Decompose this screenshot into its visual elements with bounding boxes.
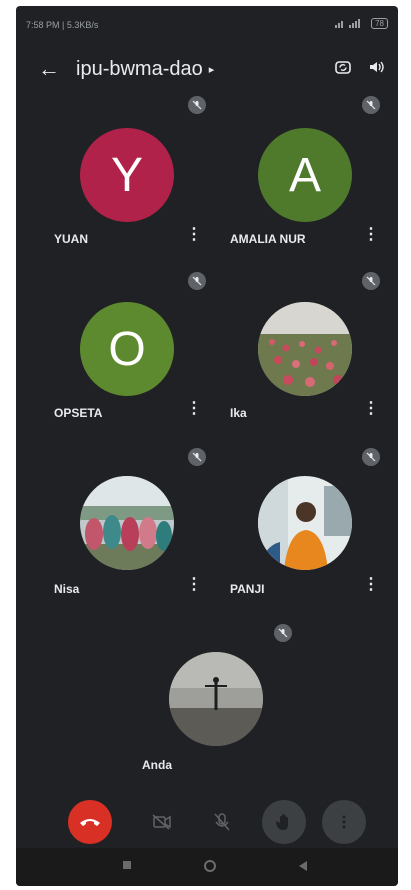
mic-off-icon — [362, 272, 380, 290]
status-time: 7:58 PM | 5.3KB/s — [26, 20, 99, 30]
status-bar: 7:58 PM | 5.3KB/s 78 — [26, 16, 388, 36]
avatar-photo — [80, 476, 174, 570]
speaker-icon[interactable] — [368, 58, 386, 76]
switch-camera-icon[interactable] — [334, 58, 352, 76]
more-vert-icon[interactable]: ⋮ — [186, 577, 202, 593]
recents-icon[interactable] — [122, 860, 132, 870]
camera-off-icon — [152, 814, 171, 830]
mic-off-icon — [274, 624, 292, 642]
status-icons: 78 — [335, 18, 388, 29]
more-vert-icon[interactable]: ⋮ — [363, 577, 379, 593]
more-options-button[interactable] — [322, 800, 366, 844]
avatar-initial: Y — [110, 148, 143, 202]
more-vert-icon — [342, 815, 346, 829]
participant-name: YUAN — [54, 232, 89, 246]
back-nav-icon[interactable] — [298, 860, 308, 872]
back-arrow-icon[interactable]: ← — [38, 56, 60, 82]
mic-off-icon — [188, 272, 206, 290]
avatar: A — [258, 128, 352, 222]
participant-name: Ika — [230, 406, 247, 420]
mic-off-icon — [188, 448, 206, 466]
group-outdoor-photo — [80, 476, 174, 570]
more-vert-icon[interactable]: ⋮ — [186, 401, 202, 417]
more-vert-icon[interactable]: ⋮ — [186, 227, 202, 243]
call-header: ← ipu-bwma-dao ▸ — [16, 50, 398, 86]
avatar-photo — [169, 652, 263, 746]
mic-off-icon — [214, 813, 230, 831]
more-vert-icon[interactable]: ⋮ — [363, 401, 379, 417]
end-call-button[interactable] — [68, 800, 112, 844]
participant-name: AMALIA NUR — [230, 232, 306, 246]
meeting-title[interactable]: ipu-bwma-dao ▸ — [76, 58, 214, 81]
avatar: Y — [80, 128, 174, 222]
meeting-code: ipu-bwma-dao — [76, 58, 203, 80]
participant-name: OPSETA — [54, 406, 103, 420]
more-vert-icon[interactable]: ⋮ — [363, 227, 379, 243]
phone-hangup-icon — [80, 819, 100, 826]
participant-name: Nisa — [54, 582, 80, 596]
avatar-initial: O — [108, 322, 146, 376]
avatar: O — [80, 302, 174, 396]
beach-silhouette-photo — [169, 652, 263, 746]
mic-toggle-button[interactable] — [200, 800, 244, 844]
participant-name: PANJI — [230, 582, 265, 596]
participant-name: Anda — [142, 758, 172, 772]
avatar-photo — [258, 302, 352, 396]
raise-hand-button[interactable] — [262, 800, 306, 844]
avatar-photo — [258, 476, 352, 570]
battery-indicator: 78 — [371, 18, 388, 29]
hand-icon — [276, 814, 288, 830]
mic-off-icon — [362, 96, 380, 114]
avatar-initial: A — [288, 148, 321, 202]
chevron-right-icon: ▸ — [208, 64, 215, 77]
meet-call-screen: 7:58 PM | 5.3KB/s 78 ← ipu-bwma-dao ▸ Y Y… — [16, 6, 398, 886]
person-orange-jacket-photo — [258, 476, 352, 570]
flower-field-photo — [258, 302, 352, 396]
signal-icon — [335, 19, 361, 28]
home-icon[interactable] — [204, 860, 216, 872]
system-nav-bar — [16, 848, 398, 886]
camera-toggle-button[interactable] — [140, 800, 184, 844]
mic-off-icon — [362, 448, 380, 466]
mic-off-icon — [188, 96, 206, 114]
call-controls — [16, 800, 398, 844]
